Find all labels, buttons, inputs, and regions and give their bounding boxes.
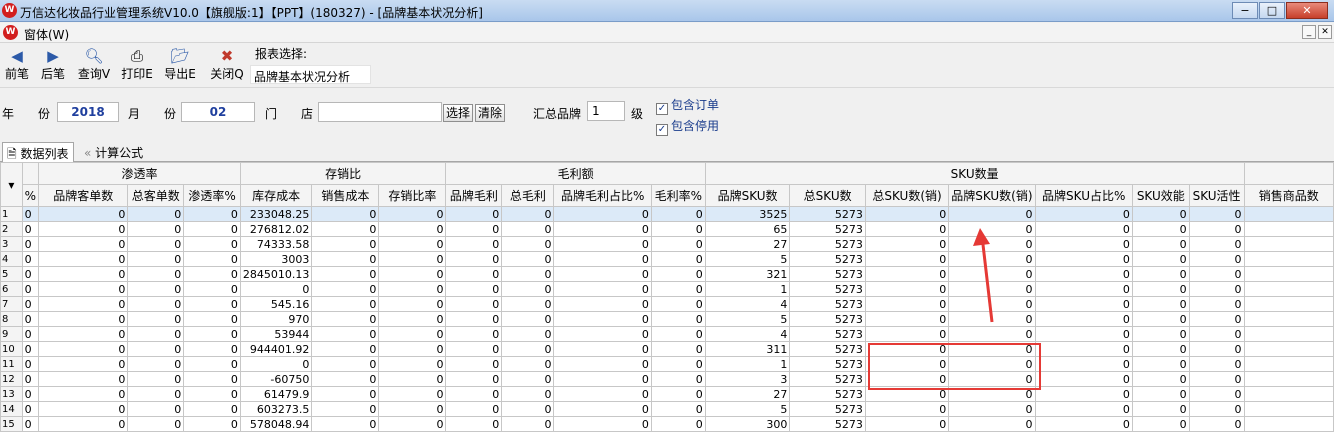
- query-button[interactable]: 🔍︎ 查询V: [76, 46, 112, 86]
- close-window-button[interactable]: ✕: [1286, 2, 1328, 19]
- brand-level-input[interactable]: 1: [587, 101, 625, 121]
- prev-button[interactable]: ◀ 前笔: [2, 46, 32, 86]
- store-input[interactable]: [318, 102, 442, 122]
- export-button[interactable]: 📂︎ 导出E: [162, 46, 198, 86]
- tab-formula[interactable]: « 计算公式: [80, 142, 147, 162]
- menu-logo-icon: W: [3, 25, 18, 40]
- level-suffix: 级: [631, 107, 644, 121]
- title-bar: W 万信达化妆品行业管理系统V10.0【旗舰版:1】【PPT】(180327) …: [0, 0, 1334, 22]
- arrow-right-icon: ▶: [47, 47, 59, 65]
- checkmark-icon: ✓: [656, 124, 668, 136]
- maximize-button[interactable]: □: [1259, 2, 1285, 19]
- report-select-label: 报表选择:: [255, 47, 308, 61]
- year-input[interactable]: 2018: [57, 102, 119, 122]
- include-orders-checkbox[interactable]: ✓ 包含订单: [656, 96, 719, 115]
- tab-bar: 🗎︎ 数据列表 « 计算公式: [0, 142, 1334, 162]
- month-input[interactable]: 02: [181, 102, 255, 122]
- toolbar: ◀ 前笔 ▶ 后笔 🔍︎ 查询V ⎙ 打印E 📂︎ 导出E ✖ 关闭Q: [0, 44, 1334, 88]
- mdi-minimize-button[interactable]: _: [1302, 25, 1316, 39]
- select-store-button[interactable]: 选择: [443, 104, 473, 122]
- close-x-icon: ✖: [220, 47, 234, 65]
- tab-data-list[interactable]: 🗎︎ 数据列表: [2, 142, 74, 162]
- minimize-button[interactable]: −: [1232, 2, 1258, 19]
- app-logo-icon: W: [2, 3, 17, 18]
- mdi-close-button[interactable]: ✕: [1318, 25, 1332, 39]
- search-icon: 🔍︎: [84, 47, 104, 65]
- filter-panel: 年 份 2018 月 份 02 门 店 选择 清除 汇总品牌 1 级 ✓ 包含订单…: [0, 88, 1334, 138]
- next-button[interactable]: ▶ 后笔: [38, 46, 68, 86]
- store-label: 门 店: [265, 107, 314, 121]
- double-chevron-left-icon: «: [84, 146, 92, 160]
- arrow-left-icon: ◀: [11, 47, 23, 65]
- year-label: 年 份: [2, 107, 51, 121]
- brand-level-label: 汇总品牌: [533, 107, 582, 121]
- print-button[interactable]: ⎙ 打印E: [119, 46, 155, 86]
- include-disabled-checkbox[interactable]: ✓ 包含停用: [656, 117, 719, 136]
- month-label: 月 份: [128, 107, 177, 121]
- data-grid[interactable]: ▾ 渗透率 存销比 毛利额 SKU数量 % 品牌客单数 总客单数 渗透率% 库存成本 销售…: [0, 162, 1334, 434]
- export-folder-icon: 📂︎: [170, 47, 190, 65]
- document-icon: 🗎︎: [7, 147, 17, 161]
- red-arrow-icon: [973, 228, 994, 323]
- printer-icon: ⎙: [130, 47, 143, 65]
- menu-bar: W 窗体(W) _ ✕: [0, 23, 1334, 43]
- window-title: 万信达化妆品行业管理系统V10.0【旗舰版:1】【PPT】(180327) - …: [20, 6, 483, 20]
- clear-store-button[interactable]: 清除: [475, 104, 505, 122]
- report-select-field[interactable]: 品牌基本状况分析: [250, 65, 371, 84]
- close-button[interactable]: ✖ 关闭Q: [208, 46, 246, 86]
- menu-item-window[interactable]: 窗体(W): [24, 26, 69, 43]
- checkmark-icon: ✓: [656, 103, 668, 115]
